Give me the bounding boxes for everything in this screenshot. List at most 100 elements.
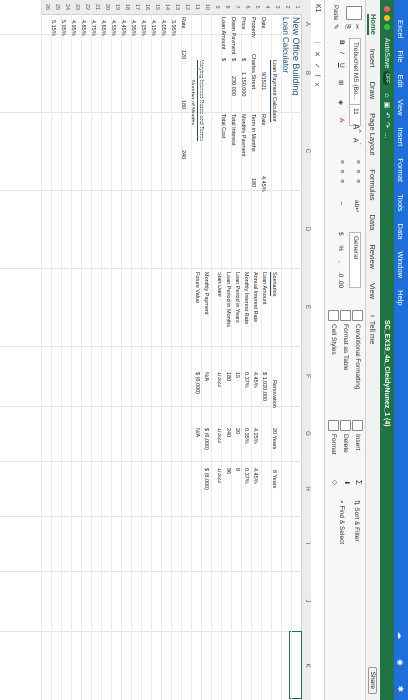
column-header-f[interactable]: F [301,346,311,407]
format-painter-icon[interactable]: ✎ [332,24,340,29]
find-select-button[interactable]: ⌕ Find & Select [337,500,345,544]
row-header[interactable]: 12 [181,0,192,15]
copy-icon[interactable]: ⎘ [343,24,351,29]
row-header[interactable]: 18 [121,0,132,15]
save-icon[interactable]: ▣ [383,102,390,113]
column-header-h[interactable]: H [301,461,311,517]
select-all-corner[interactable] [301,0,311,15]
eight-years-value[interactable]: 8 [234,468,240,471]
tab-data[interactable]: Data [369,215,378,231]
eight-years-value[interactable]: 0.37% [243,468,249,484]
increase-font-icon[interactable]: A^ [351,124,362,132]
menu-help[interactable]: Help [397,290,406,305]
row-header[interactable]: 9 [211,0,222,15]
menu-format[interactable]: Format [397,158,406,182]
menu-file[interactable]: File [397,50,406,62]
column-header-a[interactable]: A [301,14,311,35]
renovation-value[interactable]: 4.45% [252,372,258,388]
row-header[interactable]: 14 [161,0,172,15]
row-header[interactable]: 10 [201,0,212,15]
renovation-value[interactable]: N/A [203,372,209,381]
column-header-k[interactable]: K [301,631,311,700]
menu-window[interactable]: Window [397,251,406,278]
row-header[interactable]: 19 [111,0,122,15]
wrap-text-icon[interactable]: ab↵ [353,200,361,213]
cancel-entry-icon[interactable]: ✕ [314,51,321,63]
align-left-icons[interactable]: ≡ ≡ ≡ [338,160,345,185]
column-header-j[interactable]: J [301,571,311,632]
twenty-years-value[interactable]: 20 [234,428,240,434]
menu-edit[interactable]: Edit [397,74,406,87]
row-header[interactable]: 8 [221,0,232,15]
column-header-b[interactable]: B [301,34,311,113]
tell-me-search[interactable]: ♀ Tell me [369,313,378,344]
row-header[interactable]: 17 [131,0,142,15]
row-header[interactable]: 20 [101,0,112,15]
row-header[interactable]: 25 [51,0,62,15]
fill-color-icon[interactable]: ◈ [337,100,345,105]
borders-icon[interactable]: ⊞ [337,80,345,85]
menu-excel[interactable]: Excel [397,20,406,38]
row-header[interactable]: 7 [231,0,242,15]
sort-filter-button[interactable]: ⇅ Sort & Filter [353,500,361,542]
row-header[interactable]: 22 [81,0,92,15]
cut-icon[interactable]: ✂ [353,24,361,29]
format-as-table-button[interactable]: Format as Table [340,310,351,370]
row-header[interactable]: 16 [141,0,152,15]
tab-draw[interactable]: Draw [369,82,378,100]
row-header[interactable]: 4 [261,0,272,15]
tab-home[interactable]: Home [367,14,379,35]
row-header[interactable]: 11 [191,0,202,15]
cell-styles-button[interactable]: Cell Styles [328,310,339,355]
row-header[interactable]: 3 [271,0,282,15]
tab-formulas[interactable]: Formulas [369,169,378,200]
autosave-toggle[interactable]: OFF [383,71,391,86]
decrease-font-icon[interactable]: Aˇ [352,138,361,145]
home-icon[interactable]: ⌂ [383,93,390,101]
twenty-years-value[interactable]: N/A [194,428,200,437]
undo-icon[interactable]: ↶ [383,112,390,122]
menu-view[interactable]: View [397,99,406,115]
menu-insert[interactable]: Insert [397,128,406,147]
menu-tools[interactable]: Tools [397,194,406,212]
italic-button[interactable]: I [338,52,345,54]
close-window-button[interactable] [384,6,390,12]
renovation-value[interactable]: 0.37% [243,372,249,388]
minimize-window-button[interactable] [384,15,390,21]
row-header[interactable]: 26 [41,0,52,15]
paste-button[interactable] [346,6,362,23]
row-header[interactable]: 13 [171,0,182,15]
row-header[interactable]: 24 [61,0,72,15]
conditional-formatting-button[interactable]: Conditional Formatting [352,310,363,389]
column-header-g[interactable]: G [301,406,311,462]
worksheet-grid[interactable]: A B C D E F G H I J K 1 2 3 4 5 6 7 8 9 10 11 12 13 1… [0,0,311,700]
delete-cells-button[interactable]: Delete [340,420,351,453]
font-color-icon[interactable]: A [338,118,345,122]
underline-button[interactable]: U [338,63,345,68]
fx-label[interactable]: fx [314,75,321,92]
number-format-select[interactable]: General [349,232,361,288]
redo-icon[interactable]: ↷ [383,122,390,132]
column-header-e[interactable]: E [301,268,311,347]
renovation-value[interactable]: $ (6,000) [194,372,200,394]
eight-years-value[interactable]: $ (8,000) [203,468,209,490]
name-box[interactable]: K1 [314,0,321,43]
row-header[interactable]: 15 [151,0,162,15]
bluetooth-icon[interactable]: ✱ [397,686,406,692]
renovation-value[interactable]: 15 [234,372,240,378]
tab-review[interactable]: Review [369,244,378,269]
row-header[interactable]: 1 [291,0,302,15]
cloud-icon[interactable]: ☁ [397,632,406,640]
twenty-years-value[interactable]: $ (6,000) [203,428,209,450]
bold-button[interactable]: B [338,40,345,45]
insert-cells-button[interactable]: Insert [352,420,363,450]
row-header[interactable]: 2 [281,0,292,15]
zoom-window-button[interactable] [384,24,390,30]
more-icon[interactable]: … [383,132,390,143]
row-header[interactable]: 23 [71,0,82,15]
confirm-entry-icon[interactable]: ✓ [314,63,321,75]
row-header[interactable]: 5 [251,0,262,15]
autosum-icon[interactable]: Σ [354,480,363,485]
twenty-years-value[interactable]: 0.35% [243,428,249,444]
font-name-select[interactable]: Trebuchet MS (Bo... [349,38,361,106]
